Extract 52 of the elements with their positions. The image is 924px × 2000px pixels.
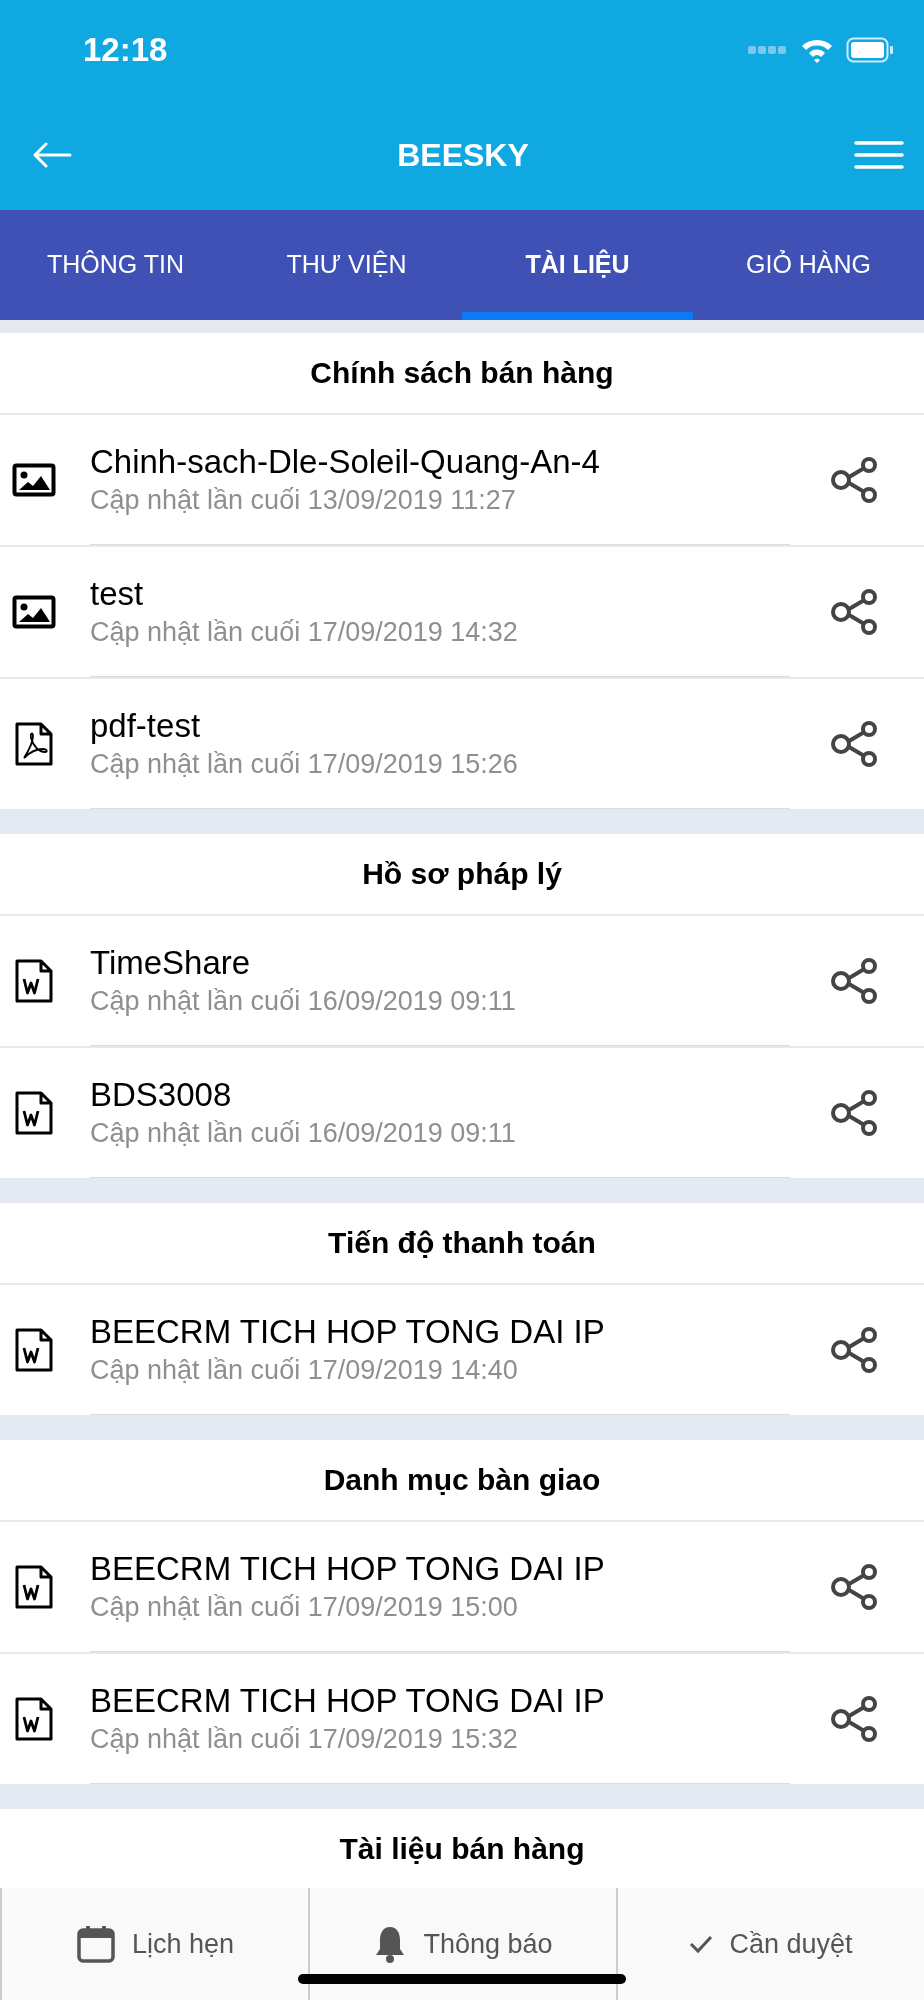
- share-icon[interactable]: [830, 455, 880, 505]
- updated-date: Cập nhật lần cuối 17/09/2019 14:32: [90, 617, 519, 648]
- section-title: Tiến độ thanh toán: [328, 1226, 596, 1260]
- section-title: Chính sách bán hàng: [310, 356, 614, 390]
- calendar-icon: [75, 1924, 116, 1964]
- tab[interactable]: THƯ VIỆN: [231, 210, 462, 320]
- share-icon[interactable]: [830, 1694, 880, 1744]
- document-row[interactable]: pdf-test Cập nhật lần cuối 17/09/2019 15:26: [0, 679, 924, 811]
- document-row[interactable]: BEECRM TICH HOP TONG DAI IP Cập nhật lần cuối 17/09/2019 14:40: [0, 1285, 924, 1417]
- document-name: BDS3008: [90, 1076, 233, 1114]
- app-title: BEESKY: [397, 136, 529, 174]
- document-row[interactable]: TimeShare Cập nhật lần cuối 16/09/2019 09:11: [0, 916, 924, 1048]
- signal-icon: [748, 45, 788, 55]
- section-title: Danh mục bàn giao: [323, 1463, 601, 1497]
- document-name: BEECRM TICH HOP TONG DAI IP: [90, 1313, 606, 1351]
- document-name: Chinh-sach-Dle-Soleil-Quang-An-4: [90, 443, 601, 481]
- back-arrow-icon[interactable]: [32, 142, 72, 168]
- document-row[interactable]: Chinh-sach-Dle-Soleil-Quang-An-4 Cập nhật lần cuối 13/09/2019 11:27: [0, 415, 924, 547]
- document-row[interactable]: BEECRM TICH HOP TONG DAI IP Cập nhật lần cuối 17/09/2019 15:00: [0, 1522, 924, 1654]
- share-icon[interactable]: [830, 1088, 880, 1138]
- updated-date: Cập nhật lần cuối 17/09/2019 15:26: [90, 749, 519, 780]
- document-name: BEECRM TICH HOP TONG DAI IP: [90, 1682, 606, 1720]
- updated-date: Cập nhật lần cuối 13/09/2019 11:27: [90, 485, 517, 516]
- document-row[interactable]: test Cập nhật lần cuối 17/09/2019 14:32: [0, 547, 924, 679]
- battery-icon: [846, 37, 894, 63]
- image-file-icon: [12, 463, 56, 497]
- status-time: 12:18: [83, 31, 168, 69]
- share-icon[interactable]: [830, 587, 880, 637]
- updated-date: Cập nhật lần cuối 17/09/2019 14:40: [90, 1355, 519, 1386]
- updated-date: Cập nhật lần cuối 17/09/2019 15:00: [90, 1592, 519, 1623]
- tab[interactable]: THÔNG TIN: [0, 210, 231, 320]
- share-icon[interactable]: [830, 1562, 880, 1612]
- updated-date: Cập nhật lần cuối 16/09/2019 09:11: [90, 986, 517, 1017]
- tab[interactable]: GIỎ HÀNG: [693, 210, 924, 320]
- document-row[interactable]: BDS3008 Cập nhật lần cuối 16/09/2019 09:11: [0, 1048, 924, 1180]
- menu-icon[interactable]: [854, 140, 904, 170]
- updated-date: Cập nhật lần cuối 17/09/2019 15:32: [90, 1724, 519, 1755]
- tab[interactable]: TÀI LIỆU: [462, 210, 693, 320]
- section-title: Tài liệu bán hàng: [339, 1832, 585, 1866]
- share-icon[interactable]: [830, 719, 880, 769]
- document-name: pdf-test: [90, 707, 202, 745]
- share-icon[interactable]: [830, 1325, 880, 1375]
- section-title: Hồ sơ pháp lý: [362, 857, 562, 891]
- document-name: TimeShare: [90, 944, 252, 982]
- image-file-icon: [12, 595, 56, 629]
- document-row[interactable]: BEECRM TICH HOP TONG DAI IP Cập nhật lần cuối 17/09/2019 15:32: [0, 1654, 924, 1786]
- document-name: BEECRM TICH HOP TONG DAI IP: [90, 1550, 606, 1588]
- document-name: test: [90, 575, 145, 613]
- check-icon: [689, 1934, 714, 1954]
- share-icon[interactable]: [830, 956, 880, 1006]
- updated-date: Cập nhật lần cuối 16/09/2019 09:11: [90, 1118, 517, 1149]
- wifi-icon: [800, 37, 834, 63]
